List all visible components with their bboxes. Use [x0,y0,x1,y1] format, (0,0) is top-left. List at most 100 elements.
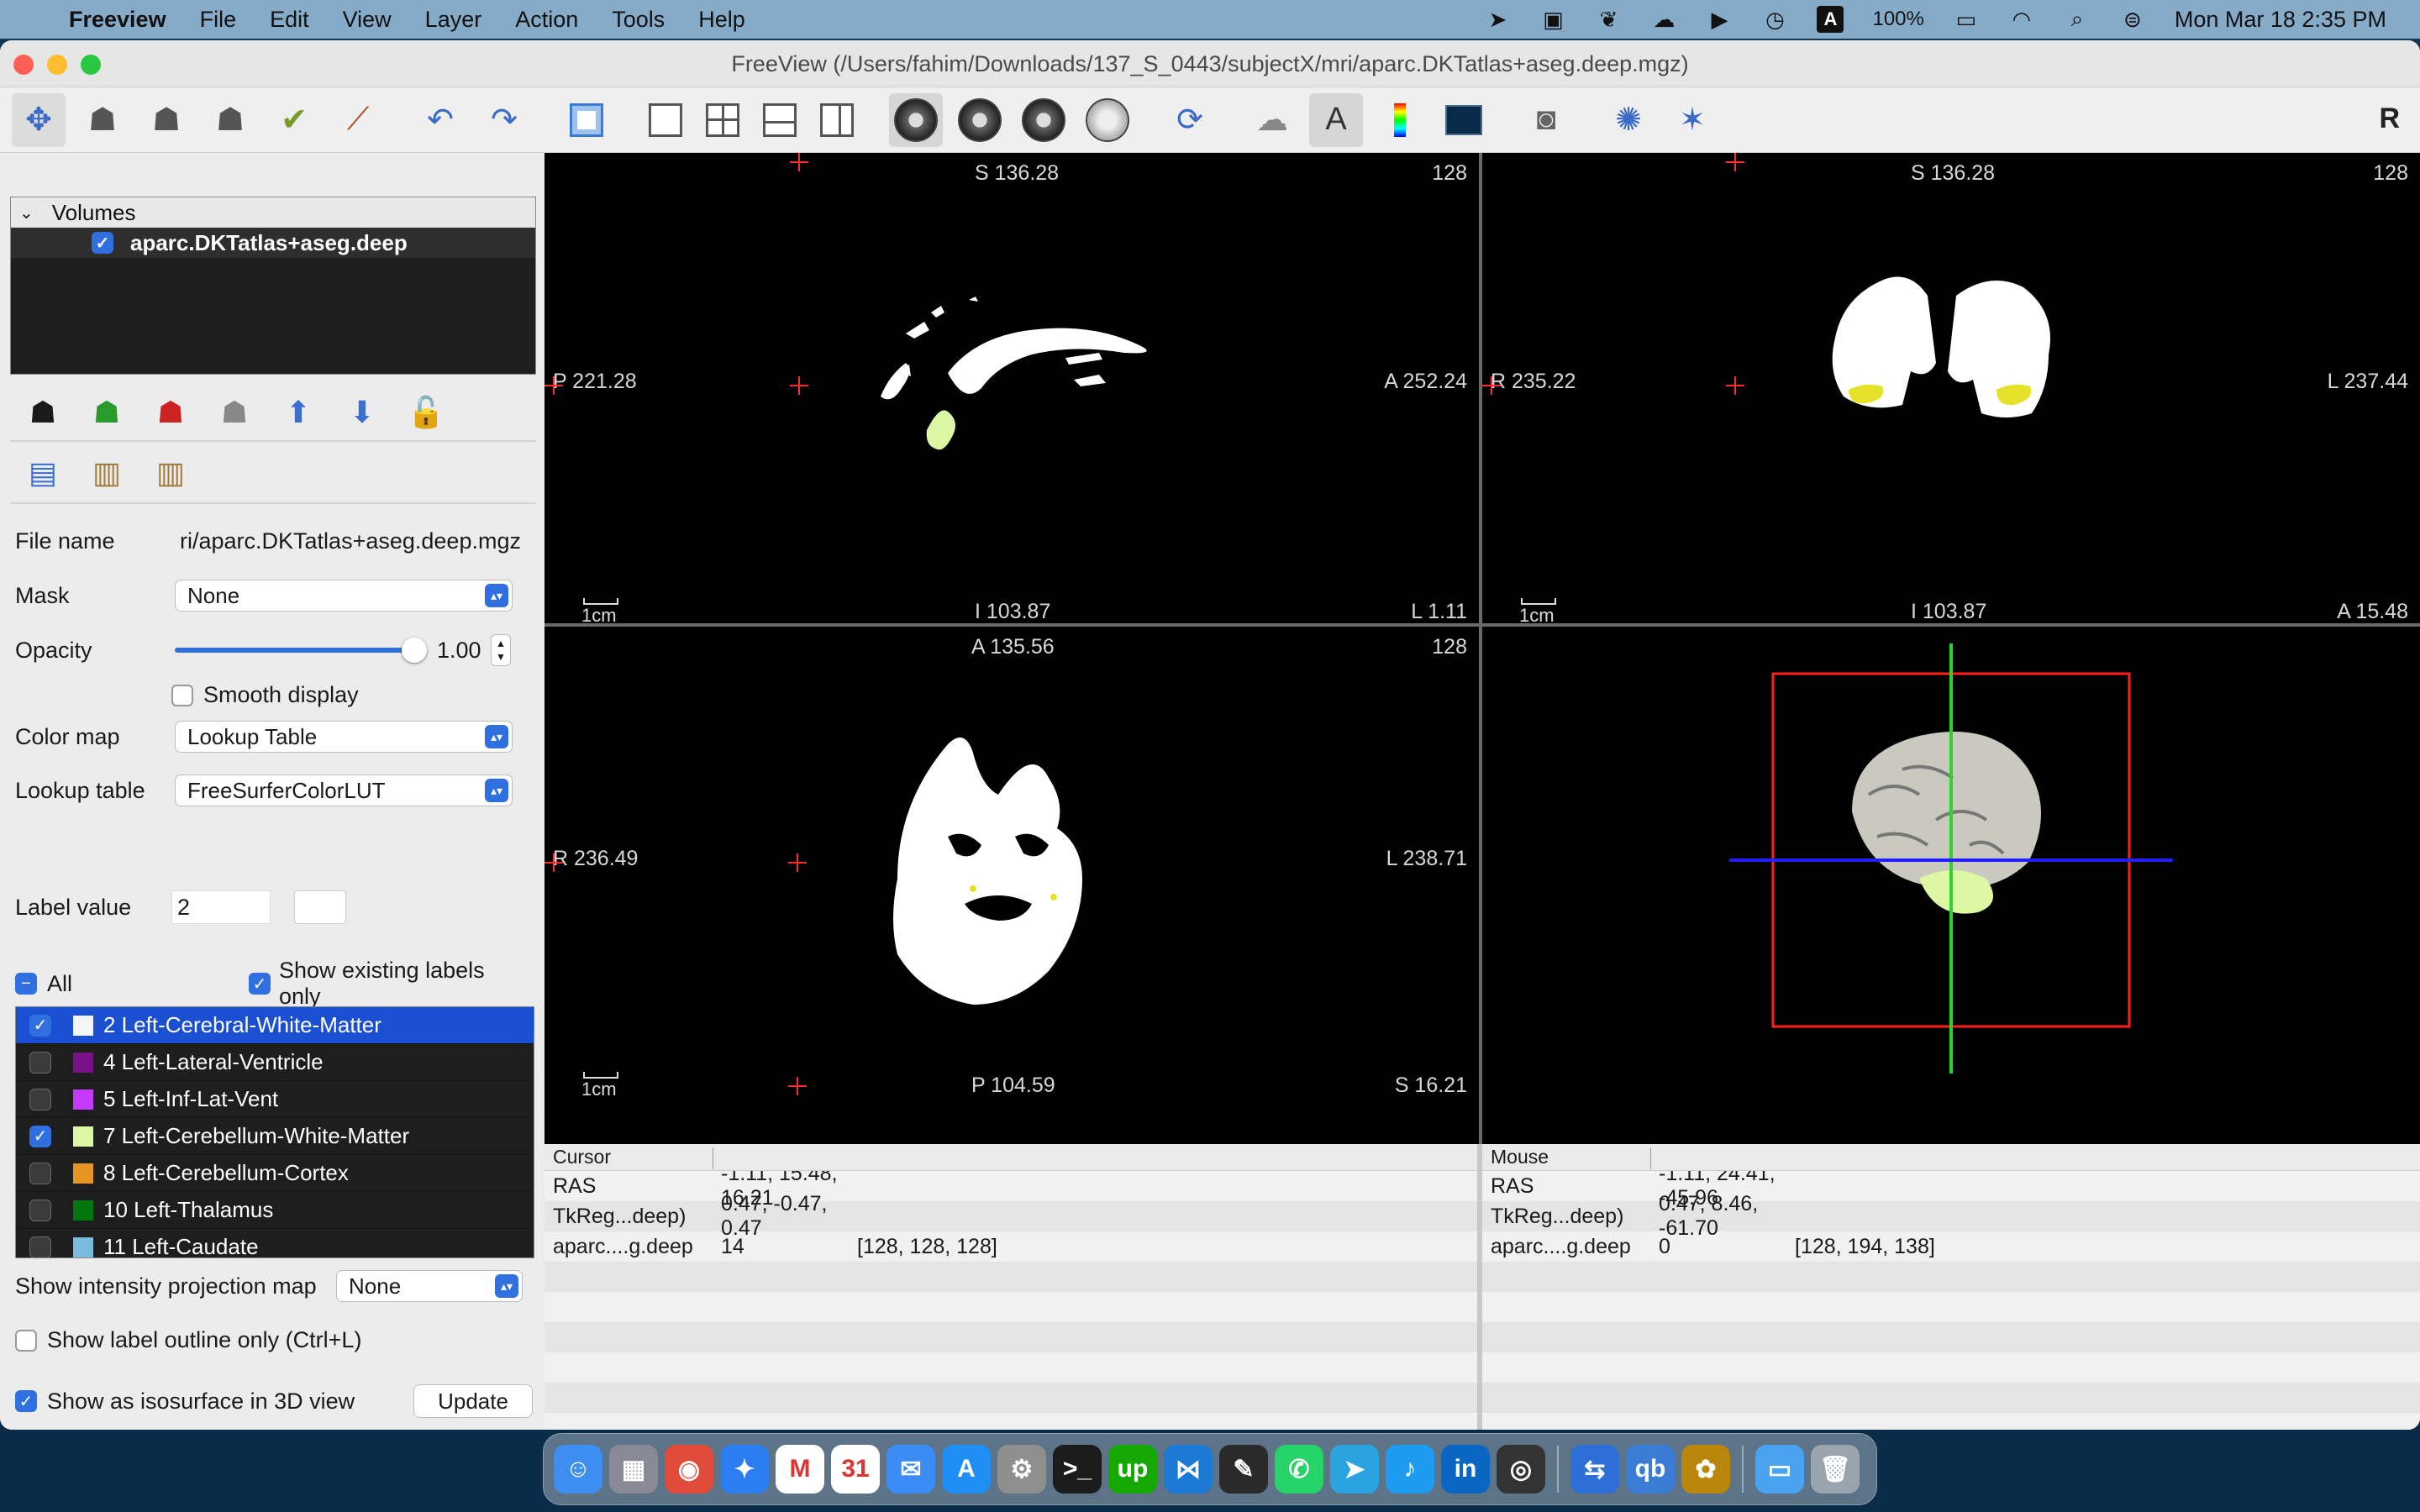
label-checkbox[interactable] [29,1051,51,1074]
voxel-edit-icon[interactable]: ☗ [76,93,129,147]
update-button[interactable]: Update [413,1384,533,1418]
isosurface-checkbox[interactable]: ✓ [15,1390,37,1412]
label-list-item[interactable]: 11 Left-Caudate [16,1229,534,1257]
smooth-display-checkbox[interactable] [171,684,193,706]
contour-icon[interactable]: ⟋ [331,93,385,147]
label-list-item[interactable]: 4 Left-Lateral-Ventricle [16,1044,534,1081]
coronal-view[interactable]: S 136.28 128 R 235.22 L 237.44 I 103.87 … [1482,153,2420,623]
label-list-item[interactable]: 5 Left-Inf-Lat-Vent [16,1081,534,1118]
layout-1-3-horizontal-icon[interactable] [813,97,860,144]
lookup-table-select[interactable]: FreeSurferColorLUT ▴▾ [175,774,513,806]
cursor-info-row[interactable]: TkReg...deep) 0.47, -0.47, 0.47 [544,1192,1477,1240]
downloads-folder-icon[interactable]: ▭ [1755,1445,1804,1494]
label-checkbox[interactable] [29,1199,51,1221]
new-volume-icon[interactable]: ☗ [86,391,128,433]
calendar-icon[interactable]: 31 [831,1445,880,1494]
linkedin-icon[interactable]: in [1441,1445,1490,1494]
snapshot-icon[interactable]: ◙ [1519,93,1573,147]
show-annotation-text-icon[interactable]: A [1309,92,1363,147]
github-icon[interactable]: ◎ [1497,1445,1545,1494]
lock-icon[interactable]: 🔓 [405,391,447,433]
3d-view[interactable] [1482,627,2420,1097]
toggle-panel-icon[interactable] [560,93,613,147]
stage-manager-icon[interactable]: ▣ [1539,6,1566,33]
color-map-select[interactable]: Lookup Table ▴▾ [175,721,513,753]
color-bar-icon[interactable] [1373,93,1427,147]
time-machine-icon[interactable]: ◷ [1761,6,1788,33]
label-outline-checkbox[interactable] [15,1329,37,1352]
info-panel-divider[interactable] [1477,1144,1482,1430]
mail-icon[interactable]: ✉ [886,1445,935,1494]
projection-select[interactable]: None ▴▾ [336,1270,523,1302]
gmail-icon[interactable]: M [776,1445,824,1494]
mouse-info-row[interactable]: TkReg...deep) 0.47, 8.46, -61.70 [1482,1192,2420,1240]
label-color-swatch[interactable] [294,890,346,924]
mask-select[interactable]: None ▴▾ [175,580,513,612]
label-checkbox[interactable] [29,1162,51,1184]
load-volume-icon[interactable]: ☗ [22,391,64,433]
show-surface-icon[interactable]: ☁ [1245,93,1299,147]
battery-icon[interactable]: ▭ [1953,6,1980,33]
transform-volume-icon[interactable]: ✺ [1602,93,1655,147]
script-editor-icon[interactable]: ✎ [1219,1445,1268,1494]
axial-view-icon[interactable] [1017,93,1071,147]
opacity-slider[interactable] [175,634,427,666]
qbittorrent-icon[interactable]: qb [1626,1445,1675,1494]
launchpad-icon[interactable]: ▦ [609,1445,658,1494]
move-down-icon[interactable]: ⬇ [341,391,383,433]
layout-1-3-icon[interactable] [756,97,803,144]
layer-visible-checkbox[interactable]: ✓ [92,232,113,254]
layer-list[interactable]: ⌄ Volumes ✓ aparc.DKTatlas+aseg.deep [10,197,536,375]
coronal-view-icon[interactable] [953,93,1007,147]
upwork-icon[interactable]: up [1108,1445,1157,1494]
roi-edit-icon[interactable]: ☗ [203,93,257,147]
all-labels-checkbox[interactable]: − [15,973,37,995]
migration-icon[interactable]: ⇆ [1570,1445,1619,1494]
3d-view-icon[interactable] [1081,93,1134,147]
label-checkbox[interactable]: ✓ [29,1125,51,1147]
copy-setting-icon[interactable]: ▤ [22,452,64,494]
menu-layer[interactable]: Layer [425,7,482,33]
reposition-surface-icon[interactable]: ✶ [1665,93,1719,147]
system-settings-icon[interactable]: ⚙ [997,1445,1046,1494]
show-command-console-icon[interactable] [1437,93,1491,147]
bird-icon[interactable]: ❦ [1595,6,1622,33]
cursor-info-row[interactable]: RAS -1.11, 15.48, 16.21 [544,1162,1477,1210]
menu-app-name[interactable]: Freeview [69,7,166,33]
view-divider-vertical[interactable] [1479,153,1482,1144]
freeview-icon[interactable]: ✿ [1681,1445,1730,1494]
mouse-info-row[interactable]: RAS -1.11, 24.41, -45.96 [1482,1162,2420,1210]
clock[interactable]: Mon Mar 18 2:35 PM [2175,7,2386,33]
navigation-icon[interactable]: ➤ [1484,6,1511,33]
menu-edit[interactable]: Edit [270,7,309,33]
finder-icon[interactable]: ☺ [554,1445,602,1494]
menu-help[interactable]: Help [698,7,745,33]
vscode-icon[interactable]: ⋈ [1164,1445,1213,1494]
view-divider-horizontal[interactable] [544,623,2420,627]
chevron-down-icon[interactable]: ⌄ [19,202,34,223]
label-checkbox[interactable] [29,1088,51,1110]
layout-2x2-icon[interactable] [699,97,746,144]
telegram-icon[interactable]: ➤ [1330,1445,1379,1494]
opacity-field[interactable]: 1.00 [432,633,491,667]
chrome-icon[interactable]: ◉ [665,1445,713,1494]
safari-icon[interactable]: ✦ [720,1445,769,1494]
app-store-icon[interactable]: A [942,1445,991,1494]
label-list-item[interactable]: ✓ 2 Left-Cerebral-White-Matter [16,1007,534,1044]
spotlight-icon[interactable]: ⌕ [2064,6,2091,33]
redo-icon[interactable]: ↷ [477,93,531,147]
input-source-icon[interactable]: A [1817,6,1844,33]
save-volume-icon[interactable]: ☗ [213,391,255,433]
label-list-item[interactable]: ✓ 7 Left-Cerebellum-White-Matter [16,1118,534,1155]
wifi-icon[interactable]: ◠ [2008,6,2035,33]
control-center-icon[interactable]: ⊜ [2119,6,2146,33]
layout-1x1-icon[interactable] [642,97,689,144]
mouse-info-row[interactable]: aparc....g.deep 0 [128, 194, 138] [1482,1231,2420,1262]
label-value-field[interactable]: 2 [171,890,271,924]
label-checkbox[interactable] [29,1236,51,1257]
paste-setting-icon[interactable]: ▥ [86,452,128,494]
whatsapp-icon[interactable]: ✆ [1275,1445,1323,1494]
terminal-icon[interactable]: >_ [1053,1445,1102,1494]
close-volume-icon[interactable]: ☗ [150,391,192,433]
menu-tools[interactable]: Tools [612,7,665,33]
